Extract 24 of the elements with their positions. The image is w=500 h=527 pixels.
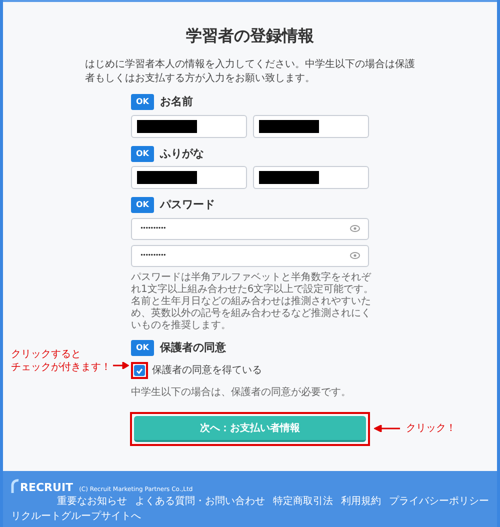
callout-text: チェックが付きます！ bbox=[11, 361, 111, 374]
ok-badge: OK bbox=[131, 197, 154, 214]
footer-link[interactable]: 特定商取引法 bbox=[273, 495, 333, 508]
field-label: パスワード bbox=[160, 197, 215, 213]
note-text: 中学生以下の場合は、保護者の同意が必要です。 bbox=[131, 386, 352, 400]
hint-text: パスワードは半角アルファベットと半角数字をそれぞれ1文字以上組み合わせた6文字以上で設定可能です。名前と生年月日などの組み合わせは推測されやすいため、英数以外の記号を組み合わせるなど推測されにくいものを推奨します。 bbox=[131, 272, 375, 332]
field-label: 保護者の同意 bbox=[160, 340, 226, 356]
footer-link[interactable]: よくある質問・お問い合わせ bbox=[135, 495, 265, 508]
page-title: 学習者の登録情報 bbox=[186, 25, 314, 47]
intro-text: はじめに学習者本人の情報を入力してください。中学生以下の場合は保護者もしくはお支払する方が入力をお願い致します。 bbox=[85, 58, 415, 86]
ok-badge: OK bbox=[131, 340, 154, 356]
callout-text: クリック！ bbox=[406, 422, 456, 436]
ok-badge: OK bbox=[131, 146, 154, 162]
logo-text: RECRUIT bbox=[20, 482, 74, 493]
field-label: ふりがな bbox=[160, 146, 204, 162]
field-label: お名前 bbox=[160, 94, 193, 110]
checkbox-label[interactable]: 保護者の同意を得ている bbox=[152, 363, 262, 378]
callout-text: クリックすると bbox=[11, 348, 82, 361]
footer-link[interactable]: プライバシーポリシー bbox=[389, 495, 489, 508]
footer-link[interactable]: 利用規約 bbox=[341, 495, 381, 508]
footer-link[interactable]: 重要なお知らせ bbox=[57, 495, 127, 508]
next-button[interactable]: 次へ：お支払い者情報 bbox=[134, 416, 366, 442]
ok-badge: OK bbox=[131, 94, 154, 110]
group-site-link[interactable]: リクルートグループサイトへ bbox=[11, 510, 489, 523]
